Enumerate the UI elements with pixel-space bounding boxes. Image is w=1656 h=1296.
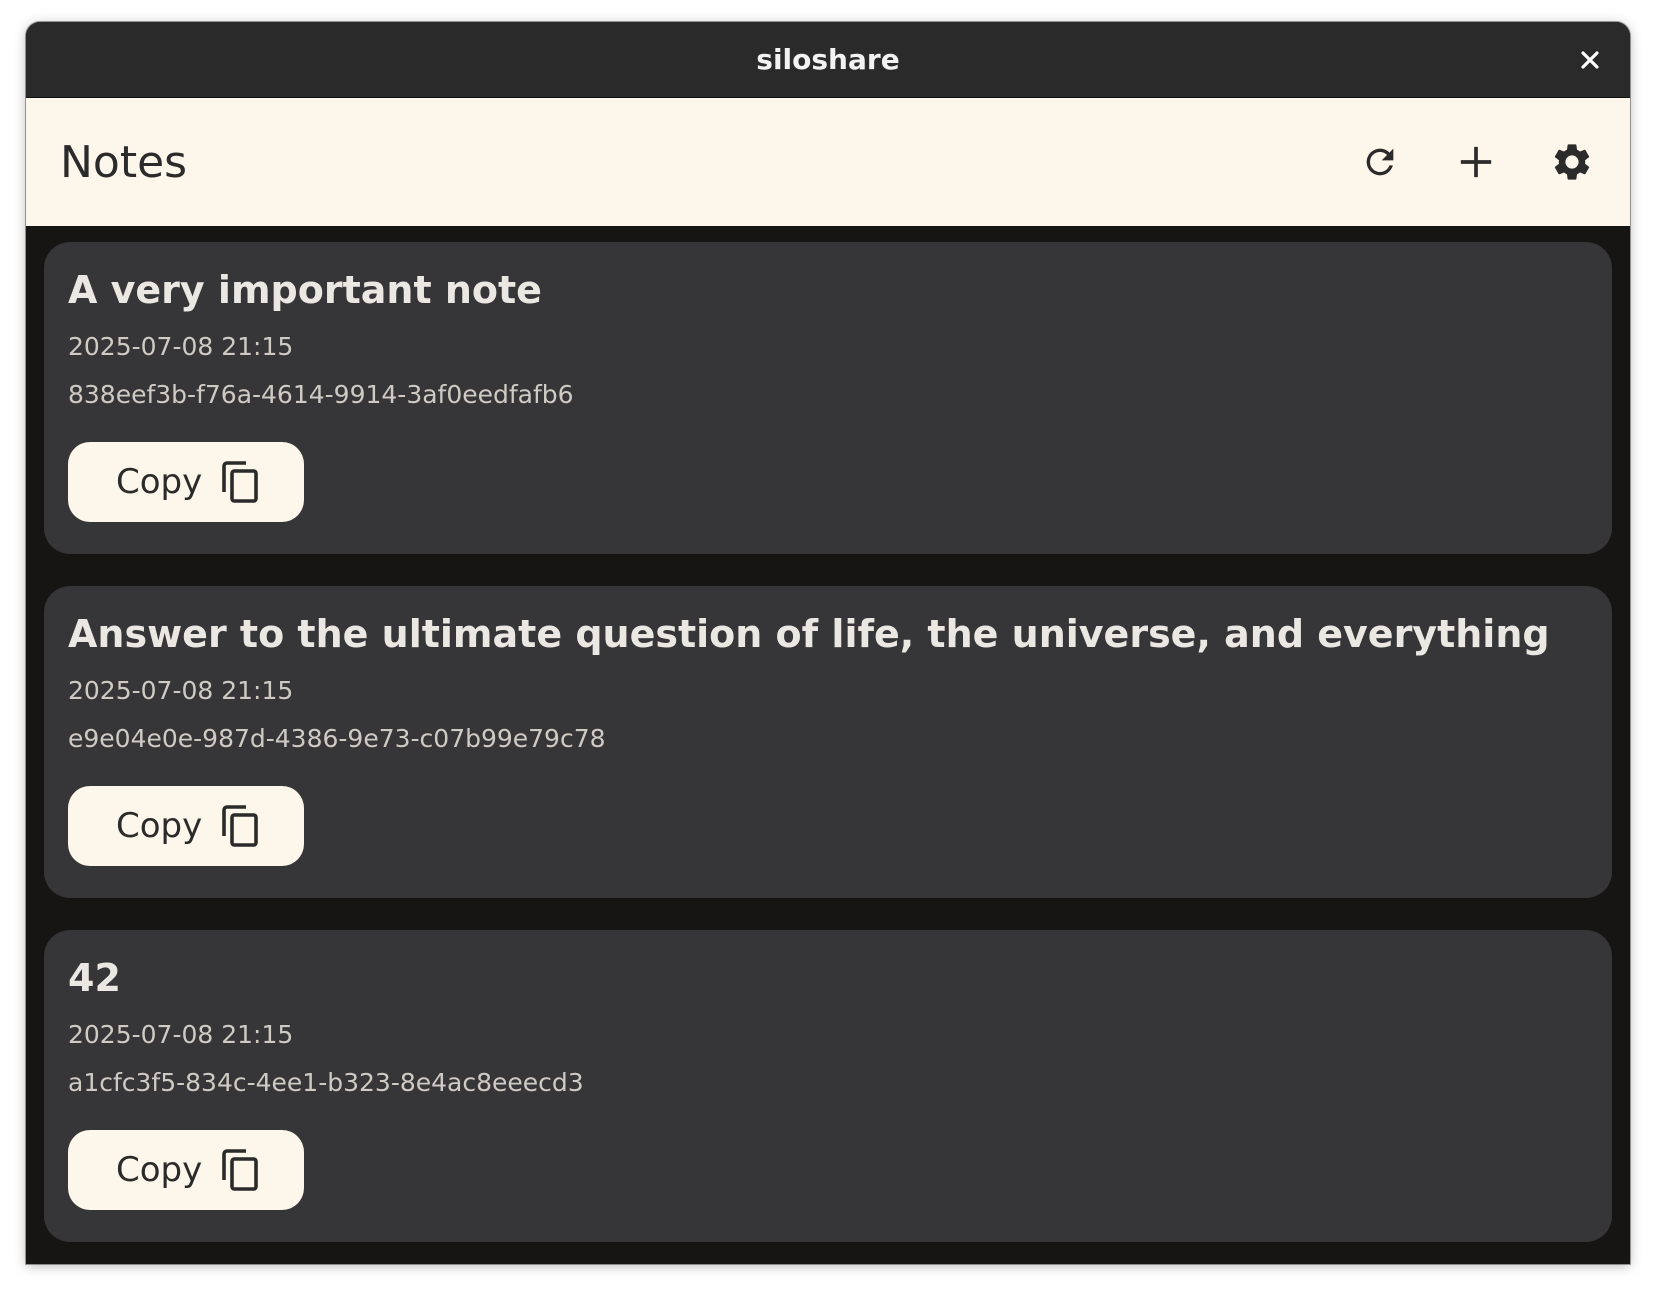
copy-button[interactable]: Copy	[68, 786, 304, 866]
close-icon	[1581, 51, 1599, 69]
copy-button-label: Copy	[116, 1150, 203, 1190]
copy-icon	[220, 1146, 264, 1194]
copy-button-label: Copy	[116, 462, 203, 502]
app-header: Notes	[26, 98, 1630, 226]
note-id: a1cfc3f5-834c-4ee1-b323-8e4ac8eeecd3	[68, 1068, 584, 1097]
note-date: 2025-07-08 21:15	[68, 332, 294, 361]
note-card: A very important note 2025-07-08 21:15 8…	[44, 242, 1612, 554]
note-date: 2025-07-08 21:15	[68, 676, 294, 705]
note-card: 42 2025-07-08 21:15 a1cfc3f5-834c-4ee1-b…	[44, 930, 1612, 1242]
note-date: 2025-07-08 21:15	[68, 1020, 294, 1049]
header-actions	[1332, 98, 1620, 226]
gear-icon	[1554, 144, 1590, 180]
add-note-button[interactable]	[1428, 114, 1524, 210]
refresh-icon	[1366, 148, 1394, 176]
note-title: Answer to the ultimate question of life,…	[68, 612, 1550, 656]
app-window: siloshare Notes A very important note 20…	[26, 22, 1630, 1264]
note-card: Answer to the ultimate question of life,…	[44, 586, 1612, 898]
copy-button-label: Copy	[116, 806, 203, 846]
note-title: A very important note	[68, 268, 542, 312]
window-title: siloshare	[756, 43, 900, 76]
note-id: 838eef3b-f76a-4614-9914-3af0eedfafb6	[68, 380, 574, 409]
copy-button[interactable]: Copy	[68, 1130, 304, 1210]
note-id: e9e04e0e-987d-4386-9e73-c07b99e79c78	[68, 724, 606, 753]
settings-button[interactable]	[1524, 114, 1620, 210]
page-title: Notes	[60, 136, 188, 188]
window-titlebar[interactable]: siloshare	[26, 22, 1630, 98]
copy-icon	[220, 802, 264, 850]
copy-icon	[220, 458, 264, 506]
notes-list: A very important note 2025-07-08 21:15 8…	[26, 226, 1630, 1264]
plus-icon	[1460, 146, 1492, 178]
note-title: 42	[68, 956, 121, 1000]
copy-button[interactable]: Copy	[68, 442, 304, 522]
refresh-button[interactable]	[1332, 114, 1428, 210]
close-button[interactable]	[1574, 44, 1606, 76]
